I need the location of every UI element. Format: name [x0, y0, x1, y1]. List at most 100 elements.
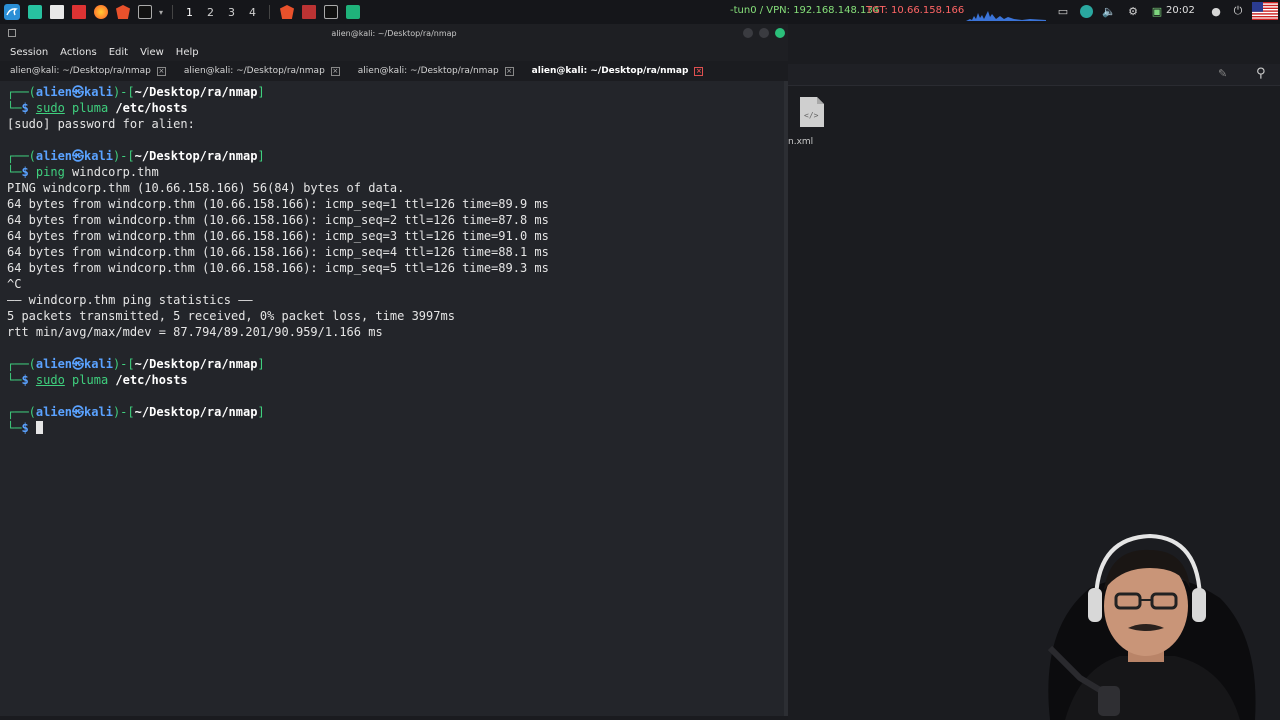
window-icon[interactable]: ▭ — [1056, 4, 1070, 18]
terminal-tabs: alien@kali: ~/Desktop/ra/nmap × alien@ka… — [0, 61, 788, 81]
maximize-button[interactable] — [759, 28, 769, 38]
cmd-arg: windcorp.thm — [72, 165, 159, 179]
prompt-host: kali — [84, 149, 113, 163]
chevron-down-icon[interactable]: ▾ — [156, 0, 166, 24]
us-flag-icon[interactable] — [1252, 2, 1278, 20]
menu-edit[interactable]: Edit — [109, 47, 128, 58]
search-icon[interactable]: ⚲ — [1256, 66, 1266, 81]
cmd-program: pluma — [72, 101, 109, 115]
file-manager-toolbar: ✎ ⚲ — [788, 64, 1280, 86]
cmd-program: ping — [35, 165, 65, 179]
terminal-output[interactable]: ┌──(alien㉿kali)-[~/Desktop/ra/nmap] └─$ … — [0, 81, 784, 716]
output-line: 5 packets transmitted, 5 received, 0% pa… — [7, 309, 455, 323]
prompt-path: ~/Desktop/ra/nmap — [134, 405, 258, 419]
workspace-1[interactable]: 1 — [179, 0, 200, 24]
menu-actions[interactable]: Actions — [60, 47, 97, 58]
bell-icon[interactable]: ⚙ — [1126, 4, 1140, 18]
prompt-host: kali — [84, 85, 113, 99]
cmd-sudo: sudo — [35, 373, 65, 387]
prompt-at: ㉿ — [72, 85, 85, 99]
cmd-program: pluma — [72, 373, 109, 387]
svg-text:</>: </> — [804, 111, 819, 120]
workspace-3[interactable]: 3 — [221, 0, 242, 24]
terminal-scrollbar[interactable] — [784, 81, 788, 716]
power-icon[interactable]: ⏻ — [1231, 4, 1245, 18]
command-line: └─$ ping windcorp.thm — [7, 165, 159, 179]
output-line: ^C — [7, 277, 22, 291]
minimize-button[interactable] — [743, 28, 753, 38]
tab-label: alien@kali: ~/Desktop/ra/nmap — [10, 66, 151, 76]
folder-window-icon[interactable] — [342, 0, 364, 24]
battery-icon[interactable]: ▣ — [1150, 4, 1164, 18]
cmd-arg: /etc/hosts — [115, 101, 188, 115]
text-cursor — [35, 421, 43, 434]
lock-icon[interactable]: ● — [1209, 4, 1223, 18]
output-line: [sudo] password for alien: — [7, 117, 195, 131]
terminal-tab-3[interactable]: alien@kali: ~/Desktop/ra/nmap × — [348, 61, 522, 81]
command-line[interactable]: └─$ — [7, 420, 784, 436]
pdf-window-icon[interactable] — [298, 0, 320, 24]
show-desktop-icon[interactable] — [24, 0, 46, 24]
webcam-overlay — [1010, 518, 1280, 720]
prompt-user: alien — [35, 405, 73, 419]
prompt-user: alien — [35, 85, 73, 99]
output-line: rtt min/avg/max/mdev = 87.794/89.201/90.… — [7, 325, 383, 339]
window-title: alien@kali: ~/Desktop/ra/nmap — [331, 29, 457, 38]
panel-separator — [172, 5, 173, 19]
terminal-launcher-icon[interactable] — [134, 0, 156, 24]
file-label[interactable]: n.xml — [788, 137, 813, 147]
update-icon[interactable] — [1079, 4, 1093, 18]
xml-file-icon[interactable]: </> — [800, 97, 824, 127]
prompt-at: ㉿ — [72, 405, 85, 419]
top-panel: ▾ 1 2 3 4 -tun0 / VPN: 192.168.148.134 T… — [0, 0, 1280, 24]
output-line: —— windcorp.thm ping statistics —— — [7, 293, 253, 307]
kali-menu-button[interactable] — [0, 0, 24, 24]
file-manager-icon[interactable] — [46, 0, 68, 24]
close-tab-icon[interactable]: × — [694, 66, 704, 76]
output-line: 64 bytes from windcorp.thm (10.66.158.16… — [7, 213, 549, 227]
output-line: 64 bytes from windcorp.thm (10.66.158.16… — [7, 245, 549, 259]
prompt-line: ┌──(alien㉿kali)-[~/Desktop/ra/nmap] — [7, 405, 265, 419]
prompt-host: kali — [84, 357, 113, 371]
menu-session[interactable]: Session — [10, 47, 48, 58]
pdf-reader-icon[interactable] — [68, 0, 90, 24]
kali-dragon-icon — [4, 4, 20, 20]
window-menu-icon[interactable] — [8, 29, 16, 37]
output-line: 64 bytes from windcorp.thm (10.66.158.16… — [7, 261, 549, 275]
close-tab-icon[interactable]: × — [156, 66, 166, 76]
clock: 20:02 — [1166, 5, 1195, 16]
brave-window-icon[interactable] — [276, 0, 298, 24]
panel-separator — [269, 5, 270, 19]
brave-icon[interactable] — [112, 0, 134, 24]
terminal-window-icon[interactable] — [320, 0, 342, 24]
edit-icon[interactable]: ✎ — [1218, 67, 1227, 80]
close-tab-icon[interactable]: × — [504, 66, 514, 76]
close-button[interactable] — [775, 28, 785, 38]
output-line: 64 bytes from windcorp.thm (10.66.158.16… — [7, 197, 549, 211]
cmd-arg: /etc/hosts — [115, 373, 188, 387]
terminal-titlebar[interactable]: alien@kali: ~/Desktop/ra/nmap — [0, 24, 788, 43]
menu-help[interactable]: Help — [176, 47, 199, 58]
cmd-sudo: sudo — [35, 101, 65, 115]
prompt-line: ┌──(alien㉿kali)-[~/Desktop/ra/nmap] — [7, 149, 265, 163]
volume-icon[interactable]: 🔈 — [1102, 4, 1116, 18]
target-ip: TGT: 10.66.158.166 — [866, 5, 965, 16]
close-tab-icon[interactable]: × — [330, 66, 340, 76]
firefox-icon[interactable] — [90, 0, 112, 24]
terminal-tab-2[interactable]: alien@kali: ~/Desktop/ra/nmap × — [174, 61, 348, 81]
menu-view[interactable]: View — [140, 47, 164, 58]
prompt-user: alien — [35, 149, 73, 163]
workspace-4[interactable]: 4 — [242, 0, 263, 24]
prompt-line: ┌──(alien㉿kali)-[~/Desktop/ra/nmap] — [7, 85, 265, 99]
terminal-tab-1[interactable]: alien@kali: ~/Desktop/ra/nmap × — [0, 61, 174, 81]
network-graph — [966, 11, 1046, 21]
workspace-2[interactable]: 2 — [200, 0, 221, 24]
prompt-path: ~/Desktop/ra/nmap — [134, 149, 258, 163]
terminal-tab-4[interactable]: alien@kali: ~/Desktop/ra/nmap × — [522, 61, 712, 81]
terminal-menubar: Session Actions Edit View Help — [0, 43, 788, 61]
tab-label: alien@kali: ~/Desktop/ra/nmap — [357, 66, 499, 76]
prompt-user: alien — [35, 357, 73, 371]
